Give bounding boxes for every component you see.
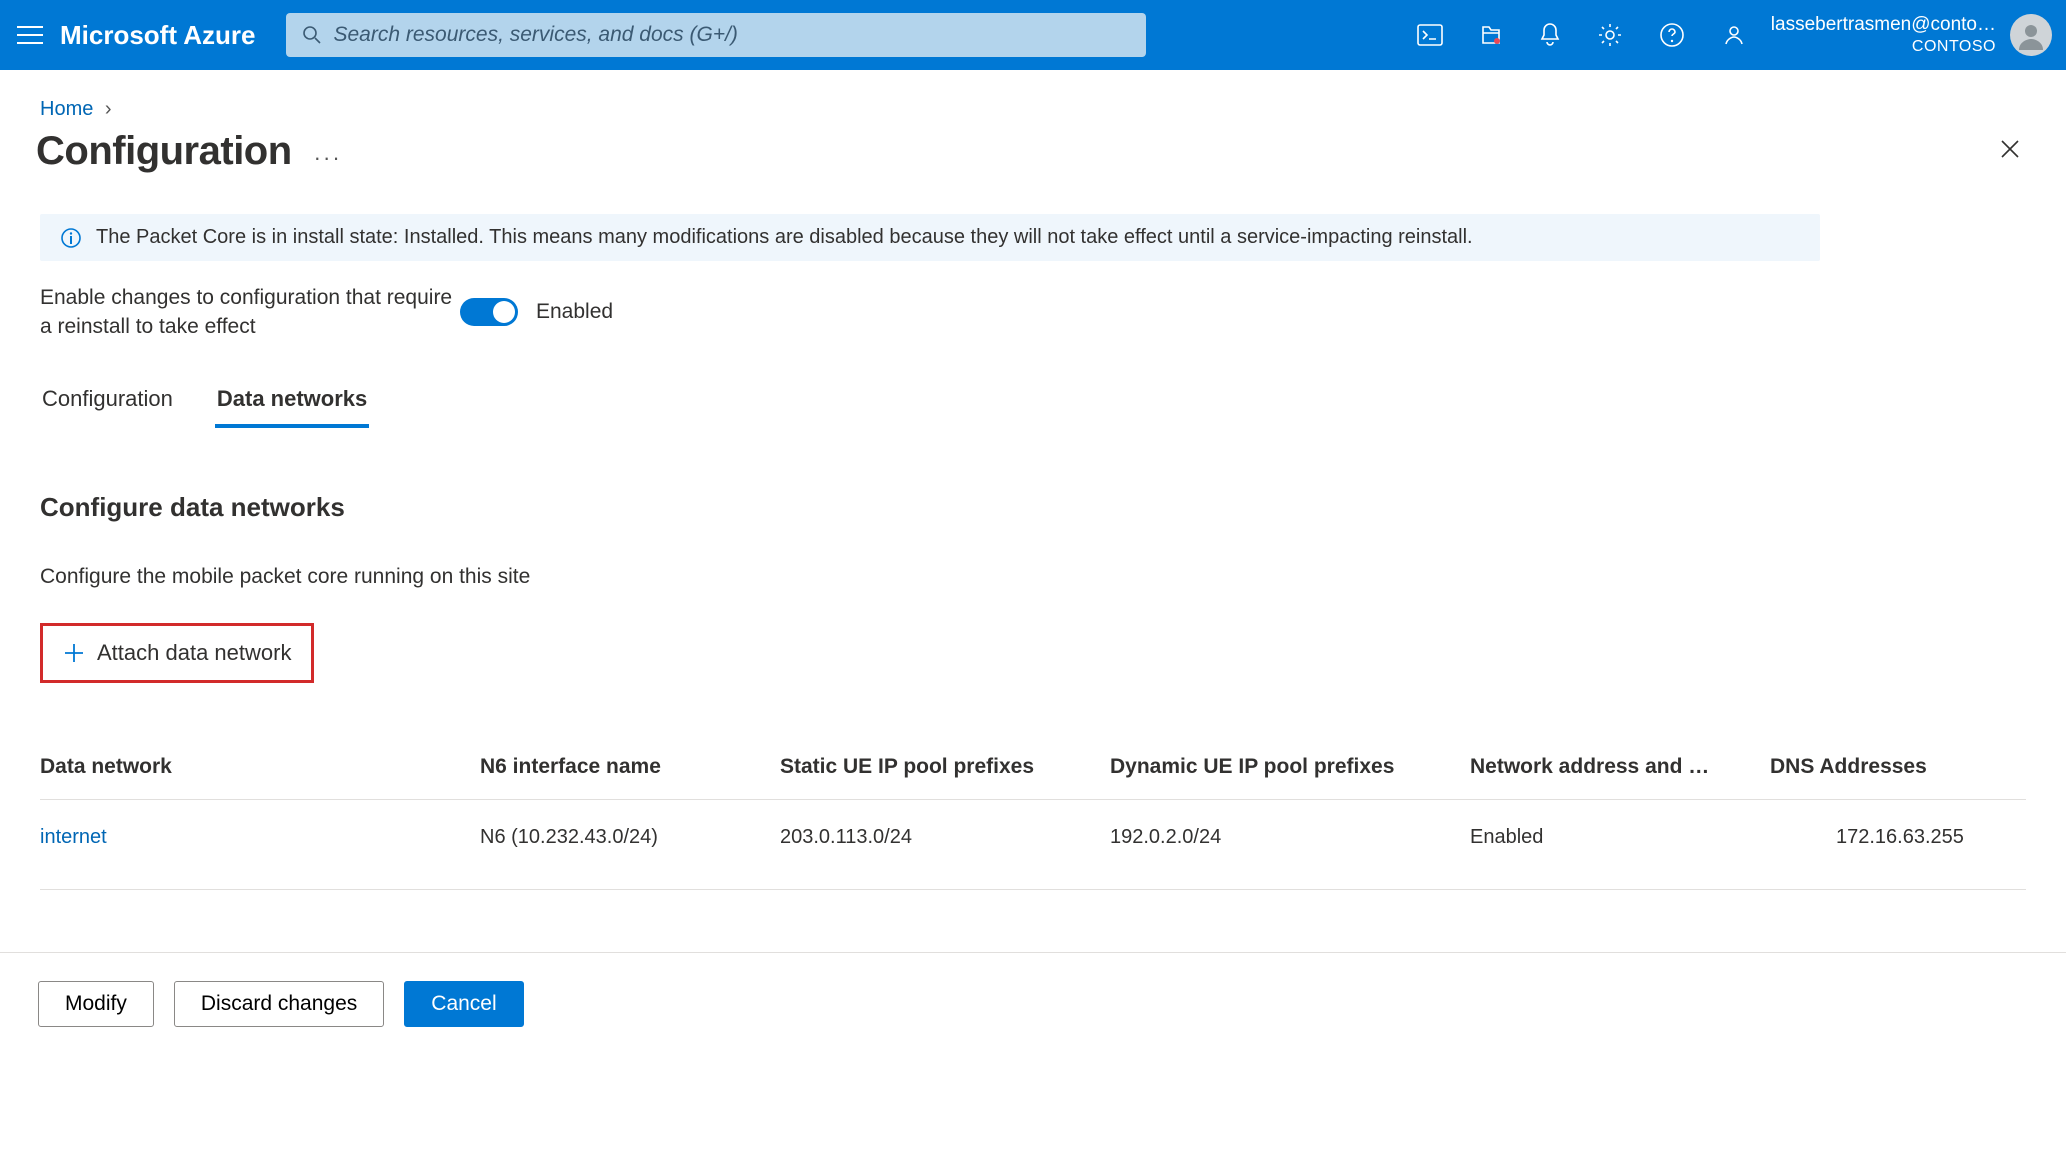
- azure-logo[interactable]: Microsoft Azure: [60, 20, 256, 51]
- info-text: The Packet Core is in install state: Ins…: [96, 226, 1473, 249]
- table-row: internet N6 (10.232.43.0/24) 203.0.113.0…: [40, 800, 2026, 889]
- discard-changes-button[interactable]: Discard changes: [174, 981, 384, 1027]
- tab-data-networks[interactable]: Data networks: [215, 386, 369, 428]
- search-placeholder: Search resources, services, and docs (G+…: [334, 23, 738, 47]
- search-input[interactable]: Search resources, services, and docs (G+…: [286, 13, 1146, 57]
- cloud-shell-icon[interactable]: [1417, 24, 1443, 46]
- search-icon: [302, 25, 322, 45]
- directories-icon[interactable]: [1479, 23, 1503, 47]
- toggle-state: Enabled: [536, 300, 613, 324]
- hamburger-icon: [17, 25, 43, 45]
- close-button[interactable]: [1998, 137, 2022, 167]
- breadcrumb-home[interactable]: Home: [40, 98, 93, 120]
- header-icon-group: [1393, 22, 1771, 48]
- plus-icon: [63, 642, 85, 664]
- azure-header: Microsoft Azure Search resources, servic…: [0, 0, 2066, 70]
- hamburger-menu[interactable]: [0, 25, 60, 45]
- footer-action-bar: Modify Discard changes Cancel: [0, 952, 2066, 1055]
- col-n6-interface[interactable]: N6 interface name: [480, 755, 780, 779]
- cell-n6: N6 (10.232.43.0/24): [480, 826, 780, 849]
- help-icon[interactable]: [1659, 22, 1685, 48]
- breadcrumb: Home ›: [0, 70, 2066, 121]
- info-banner: The Packet Core is in install state: Ins…: [40, 214, 1820, 261]
- cell-dynamic-ue: 192.0.2.0/24: [1110, 826, 1470, 849]
- col-dns-addresses[interactable]: DNS Addresses: [1770, 755, 2030, 779]
- reinstall-toggle[interactable]: [460, 298, 518, 326]
- close-icon: [1998, 137, 2022, 161]
- more-actions-button[interactable]: ···: [314, 145, 342, 171]
- notifications-icon[interactable]: [1539, 22, 1561, 48]
- col-network-address[interactable]: Network address and …: [1470, 755, 1770, 779]
- tab-bar: Configuration Data networks: [40, 386, 2026, 428]
- user-organization: CONTOSO: [1771, 37, 1996, 57]
- user-email: lassebertrasmen@conto…: [1771, 13, 1996, 37]
- col-static-ue[interactable]: Static UE IP pool prefixes: [780, 755, 1110, 779]
- page-title: Configuration: [36, 129, 292, 174]
- settings-icon[interactable]: [1597, 22, 1623, 48]
- cell-static-ue: 203.0.113.0/24: [780, 826, 1110, 849]
- reinstall-toggle-label: Enable changes to configuration that req…: [40, 283, 460, 342]
- cell-network-address: Enabled: [1470, 826, 1770, 849]
- col-dynamic-ue[interactable]: Dynamic UE IP pool prefixes: [1110, 755, 1470, 779]
- avatar-icon: [2016, 20, 2046, 50]
- user-menu[interactable]: lassebertrasmen@conto… CONTOSO: [1771, 13, 2066, 57]
- tab-configuration[interactable]: Configuration: [40, 386, 175, 428]
- info-icon: [60, 227, 82, 249]
- feedback-icon[interactable]: [1721, 22, 1747, 48]
- attach-data-network-label: Attach data network: [97, 640, 291, 666]
- data-networks-table: Data network N6 interface name Static UE…: [40, 735, 2026, 890]
- col-data-network[interactable]: Data network: [40, 755, 480, 779]
- chevron-right-icon: ›: [105, 98, 112, 120]
- cell-dns: 172.16.63.255: [1770, 826, 2030, 849]
- data-network-link[interactable]: internet: [40, 826, 480, 849]
- modify-button[interactable]: Modify: [38, 981, 154, 1027]
- section-description: Configure the mobile packet core running…: [40, 565, 2026, 589]
- cancel-button[interactable]: Cancel: [404, 981, 523, 1027]
- table-header-row: Data network N6 interface name Static UE…: [40, 735, 2026, 800]
- section-title: Configure data networks: [40, 492, 2026, 523]
- attach-data-network-button[interactable]: Attach data network: [40, 623, 314, 683]
- avatar: [2010, 14, 2052, 56]
